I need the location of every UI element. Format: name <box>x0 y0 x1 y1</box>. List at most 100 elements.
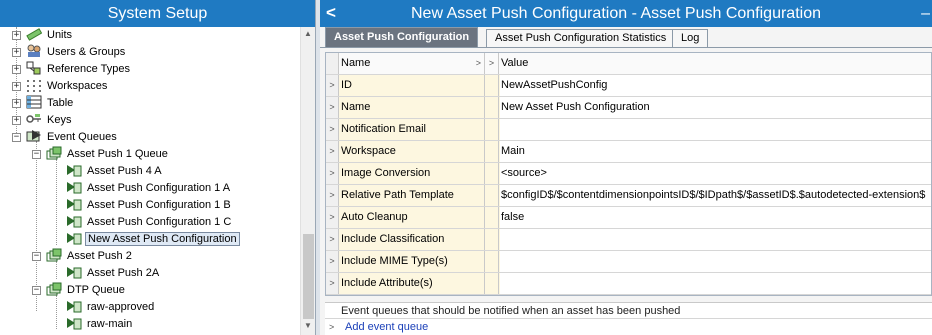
property-row[interactable]: > Notification Email <box>326 119 931 141</box>
add-event-queue-row[interactable]: > Add event queue <box>325 318 932 335</box>
chevron-right-icon[interactable]: > <box>326 273 339 294</box>
property-name: Auto Cleanup <box>340 207 485 228</box>
property-row[interactable]: > Auto Cleanup false <box>326 207 931 229</box>
tab-asset-push-configuration[interactable]: Asset Push Configuration <box>325 27 479 48</box>
chevron-right-icon[interactable]: > <box>326 97 339 118</box>
property-name: Notification Email <box>340 119 485 140</box>
expand-icon[interactable]: + <box>12 116 21 125</box>
property-value[interactable]: New Asset Push Configuration <box>500 97 931 118</box>
property-name: Image Conversion <box>340 163 485 184</box>
tree-item-label: Asset Push 4 A <box>87 165 162 177</box>
page-title: New Asset Push Configuration - Asset Pus… <box>411 5 821 22</box>
property-row[interactable]: > Name New Asset Push Configuration <box>326 97 931 119</box>
chevron-right-icon[interactable]: > <box>326 207 339 228</box>
tree-scrollbar[interactable]: ▲ ▼ <box>300 27 315 335</box>
tree-item-label: Asset Push 1 Queue <box>67 148 168 160</box>
push-config-icon <box>67 318 82 330</box>
push-config-icon <box>67 182 82 194</box>
expand-icon[interactable]: + <box>12 48 21 57</box>
property-value[interactable] <box>500 229 931 250</box>
row-separator <box>485 185 499 206</box>
tab-log[interactable]: Log <box>672 29 709 48</box>
tree-item-label: raw-main <box>87 318 133 330</box>
property-value[interactable]: $configID$/$contentdimensionpointsID$/$I… <box>500 185 931 206</box>
queue-icon <box>46 146 62 160</box>
property-name: Relative Path Template <box>340 185 485 206</box>
property-value[interactable]: Main <box>500 141 931 162</box>
tab-asset-push-statistics[interactable]: Asset Push Configuration Statistics <box>486 29 676 48</box>
property-row[interactable]: > Workspace Main <box>326 141 931 163</box>
chevron-right-icon[interactable]: > <box>326 75 339 96</box>
collapse-icon[interactable]: − <box>32 286 41 295</box>
push-config-icon <box>67 165 82 177</box>
ruler-icon <box>26 28 42 41</box>
value-column-header[interactable]: Value <box>500 53 931 74</box>
chevron-right-icon[interactable]: > <box>326 141 339 162</box>
chevron-right-icon: > <box>329 322 335 332</box>
property-name: Include Classification <box>340 229 485 250</box>
event-queues-icon <box>26 130 41 142</box>
workspaces-icon <box>27 80 41 92</box>
grid-header: Name > > Value <box>326 53 931 75</box>
row-separator <box>485 251 499 272</box>
property-grid: Name > > Value > ID NewAssetPushConfig > Nam… <box>325 52 932 296</box>
property-value[interactable]: NewAssetPushConfig <box>500 75 931 96</box>
tree-item-label: Reference Types <box>47 63 130 75</box>
row-separator <box>485 163 499 184</box>
scroll-down-icon[interactable]: ▼ <box>304 321 312 330</box>
keys-icon <box>26 114 41 123</box>
tree-item-label: Asset Push Configuration 1 C <box>87 216 232 228</box>
chevron-right-icon[interactable]: > <box>326 229 339 250</box>
back-button[interactable]: < <box>326 3 336 23</box>
property-name: Workspace <box>340 141 485 162</box>
property-row[interactable]: > Include MIME Type(s) <box>326 251 931 273</box>
chevron-right-icon[interactable]: > <box>326 119 339 140</box>
tree-item-label: Asset Push 2A <box>87 267 160 279</box>
property-name: ID <box>340 75 485 96</box>
add-event-queue-link[interactable]: Add event queue <box>345 319 428 335</box>
tree-item-label: Asset Push Configuration 1 A <box>87 182 231 194</box>
chevron-right-icon[interactable]: > <box>326 185 339 206</box>
property-value[interactable] <box>500 119 931 140</box>
property-value[interactable] <box>500 251 931 272</box>
row-separator <box>485 273 499 294</box>
expand-icon[interactable]: + <box>12 82 21 91</box>
collapse-icon[interactable]: − <box>12 133 21 142</box>
tree-item-label: New Asset Push Configuration <box>85 232 240 246</box>
chevron-right-icon[interactable]: > <box>326 163 339 184</box>
table-icon <box>26 95 42 109</box>
property-row[interactable]: > Include Classification <box>326 229 931 251</box>
property-row[interactable]: > Include Attribute(s) <box>326 273 931 295</box>
chevron-right-icon: > <box>485 53 499 74</box>
property-row[interactable]: > Image Conversion <source> <box>326 163 931 185</box>
property-name: Include MIME Type(s) <box>340 251 485 272</box>
expand-icon[interactable]: + <box>12 65 21 74</box>
scroll-up-icon[interactable]: ▲ <box>304 29 312 38</box>
property-value[interactable]: <source> <box>500 163 931 184</box>
setup-tree: + Units + Users & Groups + Reference Typ… <box>0 27 300 335</box>
property-value[interactable]: false <box>500 207 931 228</box>
users-icon <box>27 44 41 57</box>
configuration-header: < New Asset Push Configuration - Asset P… <box>320 0 932 27</box>
push-config-icon <box>67 233 82 245</box>
collapse-icon[interactable]: − <box>32 252 41 261</box>
queue-icon <box>46 282 62 296</box>
name-column-header[interactable]: Name > <box>340 53 485 74</box>
tree-item-label: DTP Queue <box>67 284 125 296</box>
property-row[interactable]: > Relative Path Template $configID$/$conte… <box>326 185 931 207</box>
property-value[interactable] <box>500 273 931 294</box>
expand-icon[interactable]: + <box>12 99 21 108</box>
push-config-icon <box>67 199 82 211</box>
chevron-right-icon: > <box>475 58 481 68</box>
expand-icon[interactable]: + <box>12 31 21 40</box>
system-setup-panel: System Setup + Units + Users & Groups + … <box>0 0 316 335</box>
tree-item-label: Event Queues <box>47 131 117 143</box>
minimize-button[interactable]: – <box>921 0 930 27</box>
scrollbar-thumb[interactable] <box>303 234 314 319</box>
chevron-right-icon[interactable]: > <box>326 251 339 272</box>
tree-item-label: Asset Push Configuration 1 B <box>87 199 231 211</box>
collapse-icon[interactable]: − <box>32 150 41 159</box>
property-row[interactable]: > ID NewAssetPushConfig <box>326 75 931 97</box>
event-queues-description: Event queues that should be notified whe… <box>341 305 681 317</box>
tree-item-label: Workspaces <box>47 80 108 92</box>
